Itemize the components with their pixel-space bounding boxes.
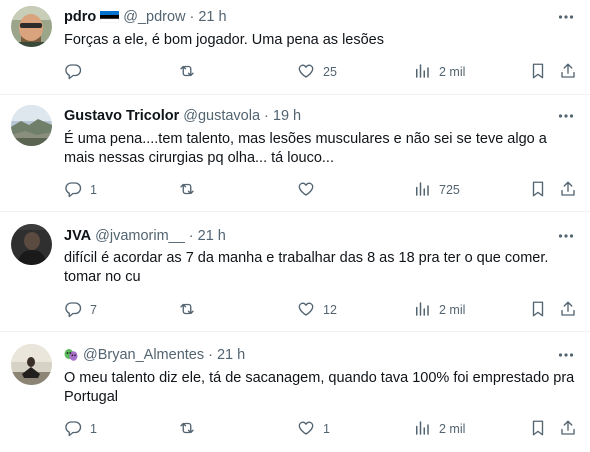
timestamp[interactable]: 21 h (198, 9, 226, 25)
action-bar: 1 725 (64, 179, 584, 201)
like-button[interactable]: 25 (297, 61, 337, 83)
tweet-text: O meu talento diz ele, tá de sacanagem, … (64, 370, 575, 405)
bookmark-icon (529, 62, 547, 83)
display-name[interactable]: pdro (64, 9, 96, 25)
user-handle[interactable]: @_pdrow (123, 9, 185, 25)
retweet-button[interactable] (178, 418, 204, 440)
action-bar: 7 12 2 mil (64, 299, 584, 321)
tweet-4[interactable]: @Bryan_Almentes · 21 h O meu talento diz… (0, 332, 590, 452)
views-icon (413, 300, 431, 321)
bookmark-button[interactable] (529, 179, 547, 201)
retweet-button[interactable] (178, 61, 204, 83)
share-button[interactable] (559, 179, 577, 201)
estonia-flag-icon (99, 11, 120, 24)
more-icon[interactable] (556, 226, 576, 246)
avatar[interactable] (11, 105, 52, 146)
avatar[interactable] (11, 224, 52, 265)
separator-dot: · (208, 347, 213, 363)
heart-icon (297, 62, 315, 83)
bookmark-button[interactable] (529, 61, 547, 83)
timestamp[interactable]: 21 h (217, 347, 245, 363)
views-button[interactable]: 2 mil (413, 61, 465, 83)
like-count: 12 (323, 303, 337, 317)
tweet-text: Forças a ele, é bom jogador. Uma pena as… (64, 32, 384, 48)
like-button[interactable]: 1 (297, 418, 330, 440)
tweet-2[interactable]: Gustavo Tricolor @gustavola · 19 h É uma… (0, 95, 590, 212)
retweet-icon (178, 180, 196, 201)
reply-count: 1 (90, 183, 97, 197)
tweet-header: pdro @_pdrow · 21 h (64, 7, 227, 27)
heart-icon (297, 300, 315, 321)
reply-icon (64, 300, 82, 321)
like-count: 1 (323, 422, 330, 436)
views-icon (413, 62, 431, 83)
views-count: 2 mil (439, 422, 466, 436)
retweet-icon (178, 419, 196, 440)
user-handle[interactable]: @jvamorim__ (95, 228, 185, 244)
reply-button[interactable]: 1 (64, 179, 97, 201)
avatar[interactable] (11, 344, 52, 385)
views-count: 2 mil (439, 303, 466, 317)
share-icon (559, 419, 577, 440)
retweet-icon (178, 300, 196, 321)
retweet-button[interactable] (178, 179, 204, 201)
avatar[interactable] (11, 6, 52, 47)
more-icon[interactable] (556, 345, 576, 365)
bookmark-button[interactable] (529, 299, 547, 321)
more-icon[interactable] (556, 106, 576, 126)
reply-icon (64, 180, 82, 201)
views-icon (413, 180, 431, 201)
share-icon (559, 180, 577, 201)
bookmark-icon (529, 300, 547, 321)
views-icon (413, 419, 431, 440)
tweet-header: JVA @jvamorim__ · 21 h (64, 226, 226, 246)
user-handle[interactable]: @Bryan_Almentes (83, 347, 204, 363)
reply-button[interactable] (64, 61, 90, 83)
separator-dot: · (188, 228, 194, 244)
like-count: 25 (323, 65, 337, 79)
reply-icon (64, 62, 82, 83)
bookmark-button[interactable] (529, 418, 547, 440)
bookmark-icon (529, 419, 547, 440)
more-icon[interactable] (556, 7, 576, 27)
display-name[interactable]: Gustavo Tricolor (64, 108, 179, 124)
action-bar: 1 1 2 mil (64, 418, 584, 440)
heart-icon (297, 180, 315, 201)
like-button[interactable]: 12 (297, 299, 337, 321)
reply-icon (64, 419, 82, 440)
masks-emoji-icon (64, 348, 78, 362)
share-icon (559, 300, 577, 321)
share-button[interactable] (559, 61, 577, 83)
retweet-icon (178, 62, 196, 83)
action-bar: 25 2 mil (64, 61, 584, 83)
views-button[interactable]: 2 mil (413, 418, 465, 440)
timestamp[interactable]: 21 h (198, 228, 226, 244)
reply-button[interactable]: 7 (64, 299, 97, 321)
heart-icon (297, 419, 315, 440)
separator-dot: · (189, 9, 195, 25)
tweet-text: difícil é acordar as 7 da manha e trabal… (64, 250, 549, 285)
tweet-header: @Bryan_Almentes · 21 h (64, 345, 245, 365)
views-button[interactable]: 2 mil (413, 299, 465, 321)
separator-dot: · (264, 108, 269, 124)
reply-count: 7 (90, 303, 97, 317)
like-button[interactable] (297, 179, 323, 201)
reply-count: 1 (90, 422, 97, 436)
tweet-3[interactable]: JVA @jvamorim__ · 21 h difícil é acordar… (0, 212, 590, 332)
timestamp[interactable]: 19 h (273, 108, 301, 124)
user-handle[interactable]: @gustavola (183, 108, 260, 124)
views-button[interactable]: 725 (413, 179, 460, 201)
tweet-header: Gustavo Tricolor @gustavola · 19 h (64, 106, 301, 126)
views-count: 2 mil (439, 65, 466, 79)
tweet-1[interactable]: pdro @_pdrow · 21 h Forças a ele, é bom … (0, 0, 590, 95)
tweet-text: É uma pena....tem talento, mas lesões mu… (64, 131, 547, 166)
share-button[interactable] (559, 418, 577, 440)
bookmark-icon (529, 180, 547, 201)
display-name[interactable]: JVA (64, 228, 91, 244)
reply-button[interactable]: 1 (64, 418, 97, 440)
share-button[interactable] (559, 299, 577, 321)
views-count: 725 (439, 183, 460, 197)
share-icon (559, 62, 577, 83)
retweet-button[interactable] (178, 299, 204, 321)
